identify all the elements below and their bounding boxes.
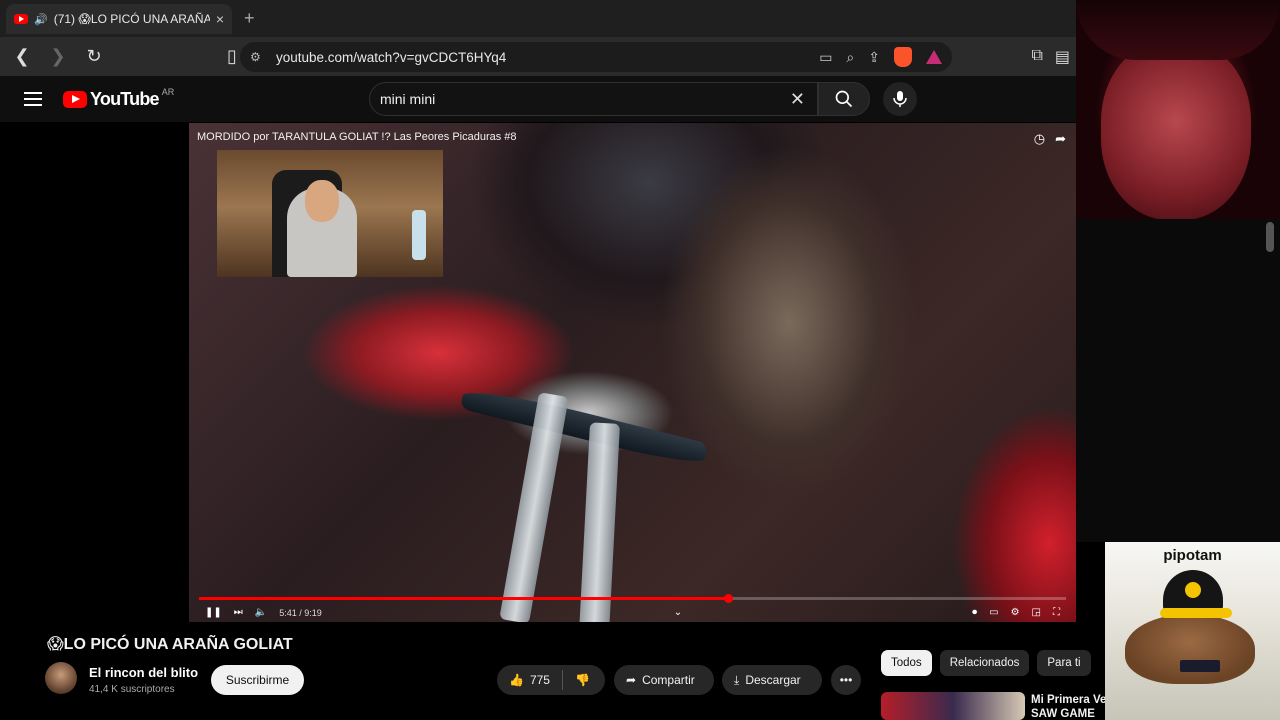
fullscreen-icon[interactable]: ⛶ [1053,607,1060,618]
youtube-favicon-icon [14,14,28,24]
forward-arrow-icon[interactable]: ❯ [44,43,72,71]
settings-icon[interactable]: ⚙ [1011,607,1020,618]
zoom-icon[interactable]: ⌕ [846,49,854,66]
dislike-icon[interactable]: 👎 [575,673,590,687]
brave-shields-icon[interactable] [894,47,912,67]
video-player[interactable]: MORDIDO por TARANTULA GOLIAT !? Las Peor… [189,123,1076,622]
subscribe-button[interactable]: Suscribirme [211,665,304,695]
progress-bar[interactable] [199,594,1066,603]
like-count[interactable]: 775 [530,673,550,687]
pipotam-name: pipotam [1163,547,1222,564]
region-code: AR [161,86,175,97]
pause-icon[interactable]: ❚❚ [205,607,222,618]
url-text: youtube.com/watch?v=gvCDCT6HYq4 [276,49,507,65]
more-actions-button[interactable]: ••• [831,665,861,695]
share-arrow-icon[interactable]: ➦ [1055,131,1066,147]
progress-fill [199,597,728,600]
streamer-facecam [217,150,443,277]
site-settings-icon[interactable]: ⚙ [250,50,264,64]
cast-icon[interactable]: ▭ [819,49,832,66]
recommended-thumbnail[interactable] [881,692,1025,720]
streamer-webcam [1076,0,1280,219]
search-value: mini mini [380,91,436,107]
time-display: 5:41 / 9:19 [279,607,322,618]
tab-title: (71) 😱LO PICÓ UNA ARAÑA GOLIAT [53,12,210,26]
video-frame-fang [459,383,709,469]
reload-icon[interactable]: ↻ [80,43,108,71]
chip-todos[interactable]: Todos [881,650,932,676]
extensions-icon[interactable]: ⧉ [1031,47,1042,67]
share-label: Compartir [642,673,695,687]
progress-scrubber[interactable] [723,594,733,603]
microphone-icon [893,91,907,107]
pipotam-overlay: pipotam [1105,542,1280,720]
tab-close-icon[interactable]: × [216,11,224,27]
share-icon: ➦ [626,673,637,687]
like-dislike-group: 👍 775 👎 [497,665,605,695]
related-chips: Todos Relacionados Para ti [881,650,1091,676]
channel-avatar[interactable] [45,662,77,694]
youtube-logo[interactable]: YouTube AR [63,86,175,110]
like-icon[interactable]: 👍 [509,673,524,687]
share-button[interactable]: ➦ Compartir [614,665,714,695]
speaker-icon[interactable]: 🔊 [34,13,48,26]
video-title: 😱LO PICÓ UNA ARAÑA GOLIAT [47,636,293,653]
player-right-controls: ⏺ ▭ ⚙ ◲ ⛶ [972,607,1060,618]
chip-para-ti[interactable]: Para ti [1037,650,1091,676]
address-bar[interactable]: ⚙ youtube.com/watch?v=gvCDCT6HYq4 ▭ ⌕ ⇪ [240,42,952,72]
chapter-chevron-icon[interactable]: ⌄ [674,607,682,618]
address-bar-icons: ▭ ⌕ ⇪ [819,47,942,67]
autoplay-toggle[interactable]: ⏺ [972,607,977,618]
browser-toolbar: ❮ ❯ ↻ ▯ ⚙ youtube.com/watch?v=gvCDCT6HYq… [0,37,1076,76]
browser-tab[interactable]: 🔊 (71) 😱LO PICÓ UNA ARAÑA GOLIAT × [6,4,232,34]
youtube-wordmark: YouTube [90,89,160,109]
browser-tabstrip: 🔊 (71) 😱LO PICÓ UNA ARAÑA GOLIAT × + [0,0,1076,37]
subscriber-count: 41,4 K suscriptores [89,684,175,695]
search-icon [835,90,853,108]
watch-later-icon[interactable]: ◷ [1034,131,1045,147]
menu-icon[interactable] [24,92,42,110]
recommended-title[interactable]: Mi Primera Ve SAW GAME [1031,693,1111,720]
share-icon[interactable]: ⇪ [868,49,880,66]
clear-search-icon[interactable]: ✕ [790,89,805,110]
voice-search-button[interactable] [883,82,917,116]
right-dark-area [1076,219,1280,542]
sidebar-icon[interactable]: ▤ [1055,47,1070,67]
player-top-icons: ◷ ➦ [1034,131,1066,147]
miniplayer-icon[interactable]: ◲ [1032,607,1041,618]
next-icon[interactable]: ⏭ [234,607,243,618]
video-frame-tweezers [578,422,620,622]
youtube-header: YouTube AR mini mini ✕ [0,76,1076,122]
youtube-play-icon [63,91,87,108]
search-input[interactable]: mini mini ✕ [369,82,818,116]
download-icon: ⤓ [734,672,740,687]
back-arrow-icon[interactable]: ❮ [8,43,36,71]
chip-relacionados[interactable]: Relacionados [939,650,1030,676]
video-overlay-title[interactable]: MORDIDO por TARANTULA GOLIAT !? Las Peor… [197,131,517,143]
extension-icons: ⧉ ▤ [1031,47,1070,67]
scrollbar[interactable] [1266,222,1274,252]
volume-icon[interactable]: 🔈 [255,607,267,618]
new-tab-button[interactable]: + [244,8,255,29]
video-frame-tweezers [499,392,569,622]
subtitles-icon[interactable]: ▭ [989,607,998,618]
search-button[interactable] [818,82,870,116]
channel-name[interactable]: El rincon del blito [89,665,198,680]
download-label: Descargar [745,673,801,687]
player-controls: ❚❚ ⏭ 🔈 5:41 / 9:19 ⌄ ⏺ ▭ ⚙ ◲ ⛶ [189,603,1076,622]
brave-rewards-icon[interactable] [926,50,942,64]
download-button[interactable]: ⤓ Descargar [722,665,822,695]
